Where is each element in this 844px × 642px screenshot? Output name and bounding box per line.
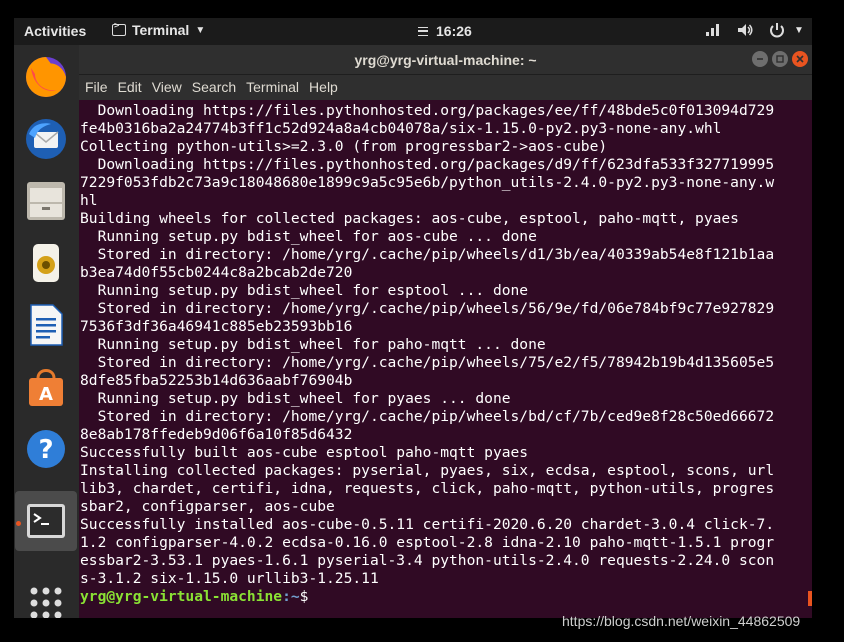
dock-writer[interactable] [22,301,70,349]
system-tray[interactable]: ▼ [704,21,804,39]
dock-firefox[interactable] [22,53,70,101]
activities-button[interactable]: Activities [24,23,86,39]
terminal-line: 8dfe85fba52253b14d636aabf76904b [80,372,353,389]
terminal-lines: Downloading https://files.pythonhosted.o… [80,102,812,588]
power-icon [770,23,784,38]
maximize-button[interactable] [772,51,788,67]
running-indicator [16,521,21,526]
dock-terminal[interactable] [22,497,70,545]
window-title: yrg@yrg-virtual-machine: ~ [354,52,537,68]
terminal-line: Running setup.py bdist_wheel for aos-cub… [80,228,537,245]
minimize-button[interactable] [752,51,768,67]
dock-thunderbird[interactable] [22,115,70,163]
menu-help[interactable]: Help [308,75,345,100]
terminal-line: Successfully built aos-cube esptool paho… [80,444,529,461]
terminal-line: s-3.1.2 six-1.15.0 urllib3-1.25.11 [80,570,379,587]
volume-icon [738,24,753,36]
window-controls [752,51,808,67]
terminal-line: Successfully installed aos-cube-0.5.11 c… [80,516,775,533]
menu-bar: File Edit View Search Terminal Help [79,75,812,100]
thunderbird-icon [26,119,66,159]
help-icon: ? [27,430,65,468]
svg-text:A: A [39,384,53,405]
document-icon [30,304,63,346]
terminal-line: Stored in directory: /home/yrg/.cache/pi… [80,246,775,263]
desktop-frame: Activities Terminal ▼ 16:26 [14,18,812,618]
files-icon [27,182,65,220]
app-menu[interactable]: Terminal ▼ [112,21,206,38]
speaker-icon [33,244,59,282]
terminal-line: Downloading https://files.pythonhosted.o… [80,156,775,173]
menu-file[interactable]: File [84,75,115,100]
title-bar[interactable]: yrg@yrg-virtual-machine: ~ [79,45,812,75]
dock-files[interactable] [22,177,70,225]
scrollbar[interactable] [808,591,812,606]
dock-show-applications[interactable] [22,579,70,618]
terminal-app-icon [112,21,126,36]
terminal-line: Stored in directory: /home/yrg/.cache/pi… [80,300,775,317]
terminal-line: Stored in directory: /home/yrg/.cache/pi… [80,408,775,425]
firefox-icon [26,57,66,97]
top-bar: Activities Terminal ▼ 16:26 [14,18,812,45]
notification-icon [418,26,428,36]
network-icon [706,24,719,36]
prompt-path: :~ [282,588,300,605]
chevron-down-icon: ▼ [195,24,206,36]
terminal-line: Building wheels for collected packages: … [80,210,739,227]
terminal-line: Running setup.py bdist_wheel for paho-mq… [80,336,546,353]
dock-help[interactable]: ? [22,425,70,473]
menu-search[interactable]: Search [191,75,243,100]
terminal-output[interactable]: Downloading https://files.pythonhosted.o… [79,100,812,618]
terminal-window: yrg@yrg-virtual-machine: ~ File Edit Vie… [79,45,812,618]
clock[interactable]: 16:26 [418,23,472,39]
terminal-line: Installing collected packages: pyserial,… [80,462,775,479]
chevron-down-icon: ▼ [794,24,804,36]
terminal-line: 8e8ab178ffedeb9d06f6a10f85d6432 [80,426,353,443]
terminal-line: essbar2-3.53.1 pyaes-1.6.1 pyserial-3.4 … [80,552,775,569]
terminal-line: Downloading https://files.pythonhosted.o… [80,102,775,119]
terminal-line: sbar2, configparser, aos-cube [80,498,335,515]
shopping-bag-icon: A [29,369,63,406]
terminal-line: Collecting python-utils>=2.3.0 (from pro… [80,138,608,155]
svg-text:?: ? [38,435,53,465]
menu-view[interactable]: View [151,75,189,100]
menu-terminal[interactable]: Terminal [245,75,306,100]
close-icon [796,55,804,63]
dock: A ? [14,45,79,618]
clock-label: 16:26 [436,23,472,39]
app-menu-label: Terminal [132,22,190,38]
close-button[interactable] [792,51,808,67]
terminal-line: 1.2 configparser-4.0.2 ecdsa-0.16.0 espt… [80,534,775,551]
prompt-line: yrg@yrg-virtual-machine:~$ [80,588,812,606]
prompt-user: yrg@yrg-virtual-machine [80,588,283,605]
terminal-line: lib3, chardet, certifi, idna, requests, … [80,480,775,497]
terminal-icon [27,504,65,538]
terminal-line: Running setup.py bdist_wheel for esptool… [80,282,529,299]
minimize-icon [757,58,763,60]
terminal-line: hl [80,192,98,209]
dock-rhythmbox[interactable] [22,239,70,287]
terminal-line: Running setup.py bdist_wheel for pyaes .… [80,390,511,407]
terminal-line: 7229f053fdb2c73a9c18048680e1899c9a5c95e6… [80,174,775,191]
prompt-symbol: $ [299,588,309,605]
terminal-line: 7536f3df36a46941c885eb23593bb16 [80,318,353,335]
dock-software[interactable]: A [22,363,70,411]
menu-edit[interactable]: Edit [117,75,149,100]
terminal-line: Stored in directory: /home/yrg/.cache/pi… [80,354,775,371]
terminal-line: b3ea74d0f55cb0244c8a2bcab2de720 [80,264,353,281]
apps-grid-icon [30,587,62,618]
terminal-line: fe4b0316ba2a24774b3ff1c52d924a8a4cb04078… [80,120,722,137]
watermark: https://blog.csdn.net/weixin_44862509 [562,613,801,629]
maximize-icon [776,55,784,63]
